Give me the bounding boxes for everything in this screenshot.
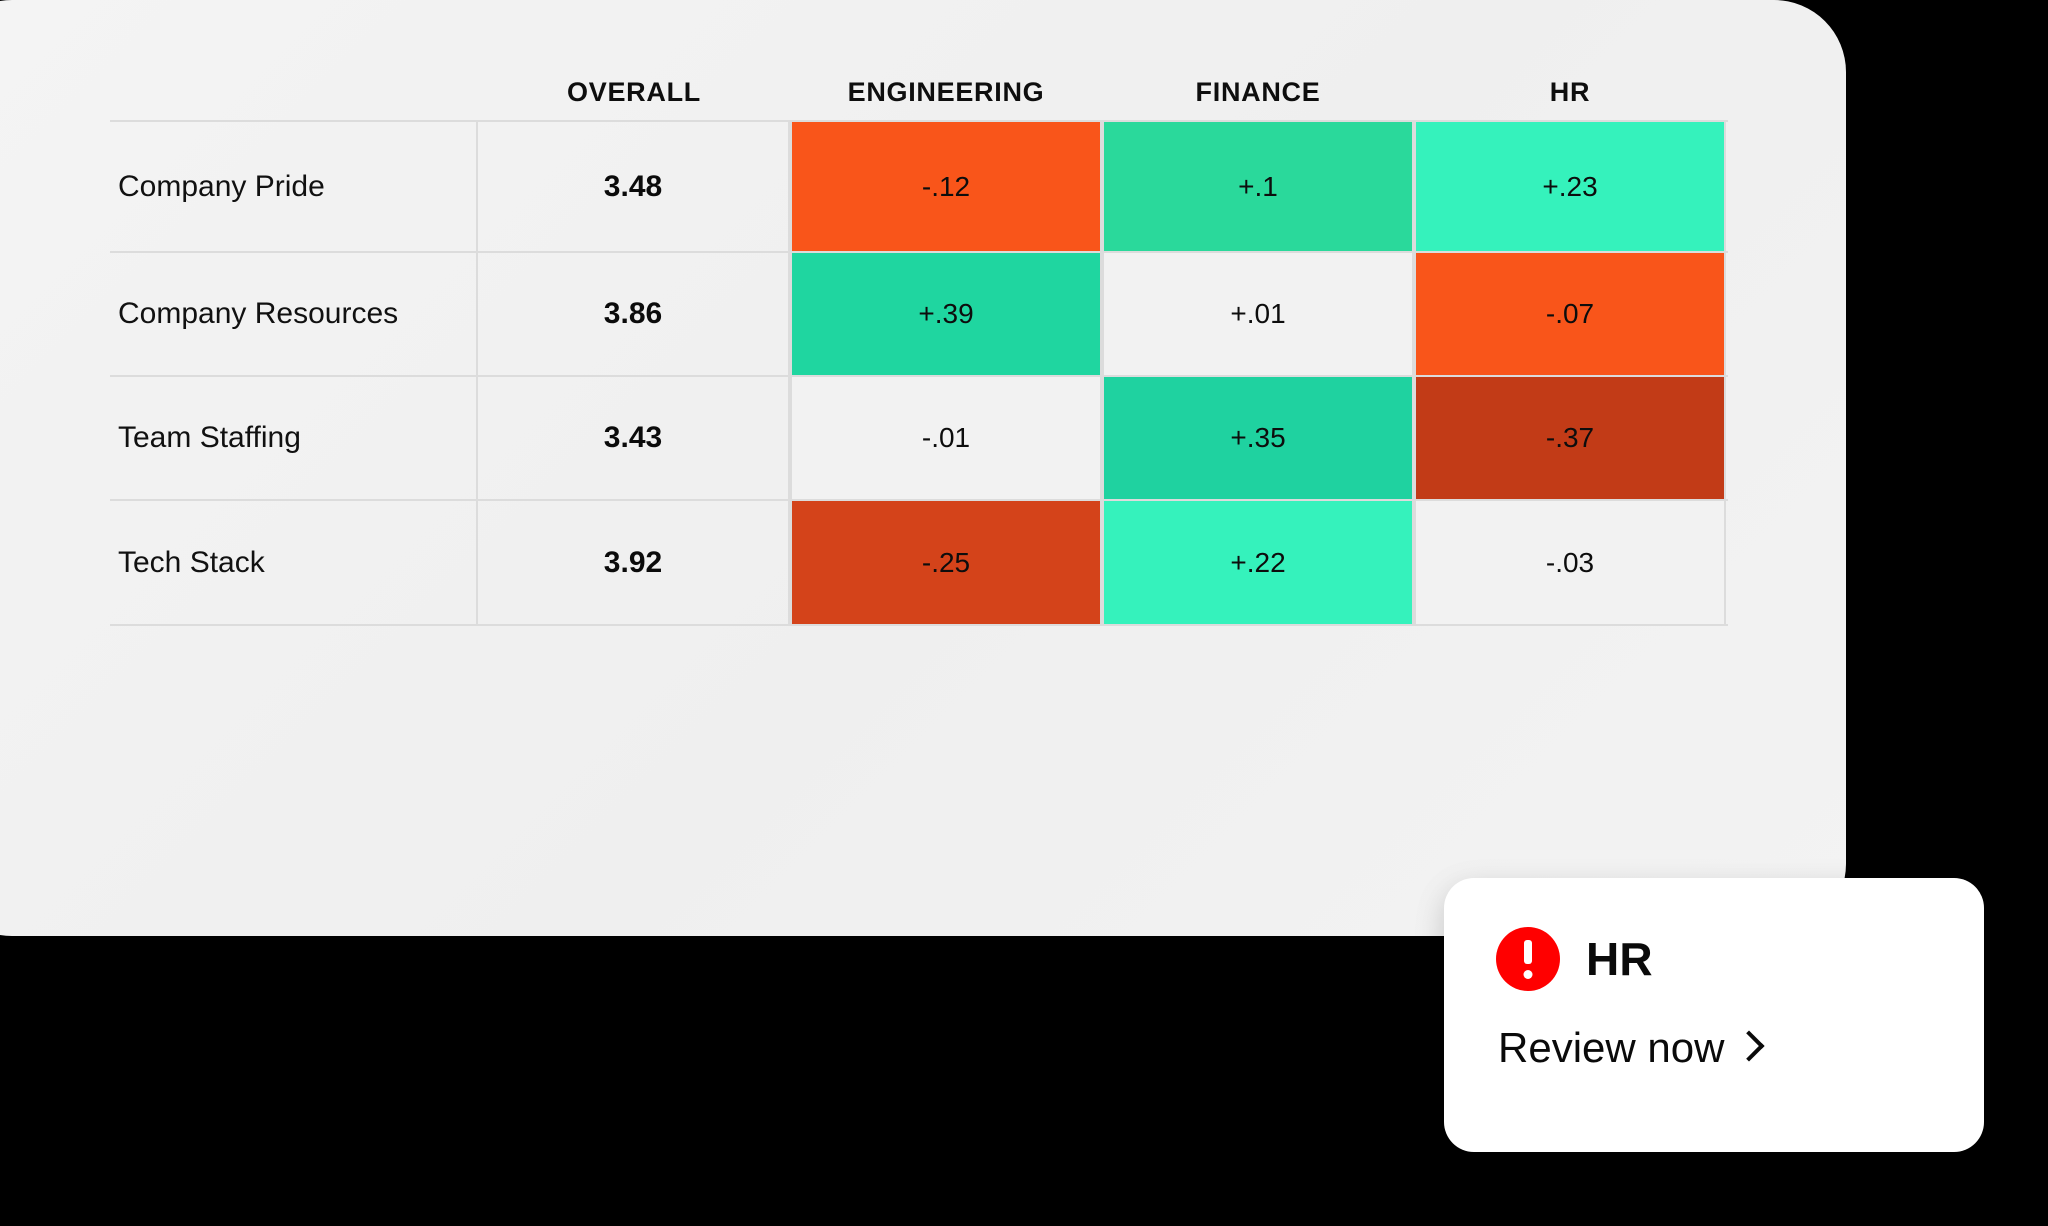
overall-score: 3.86 [603, 297, 663, 330]
row-label: Company Resources [118, 297, 399, 331]
column-header-hr[interactable]: HR [1414, 77, 1726, 108]
exclamation-bar [1524, 940, 1532, 964]
heatmap-value: +.23 [1542, 170, 1598, 202]
overall-score-cell: 3.48 [478, 122, 790, 251]
heatmap-value: +.1 [1238, 170, 1278, 202]
row-label: Company Pride [118, 169, 325, 203]
heatmap-value: +.39 [918, 298, 974, 329]
dashboard-card: OVERALL ENGINEERING FINANCE HR Company P… [0, 0, 1846, 936]
alert-exclamation-icon [1496, 927, 1560, 991]
table-row: Team Staffing 3.43 -.01 +.35 -.37 [110, 375, 1728, 499]
heatmap-value: +.22 [1230, 546, 1286, 578]
table-body: Company Pride 3.48 -.12 +.1 +.23 Company… [110, 120, 1728, 626]
heatmap-value: -.12 [921, 170, 971, 202]
review-now-link[interactable]: Review now [1496, 1024, 1932, 1072]
heatmap-value: -.03 [1545, 546, 1595, 578]
row-label: Tech Stack [118, 545, 265, 579]
heatmap-cell-hr[interactable]: -.37 [1414, 377, 1726, 499]
exclamation-dot [1523, 970, 1533, 979]
row-label-cell: Tech Stack [110, 501, 478, 624]
column-header-overall[interactable]: OVERALL [478, 77, 790, 108]
heatmap-cell-hr[interactable]: -.03 [1414, 501, 1726, 624]
screenshot-root: OVERALL ENGINEERING FINANCE HR Company P… [0, 0, 2048, 1226]
overall-score: 3.43 [603, 421, 663, 454]
heatmap-cell-finance[interactable]: +.01 [1102, 253, 1414, 375]
table-header-row: OVERALL ENGINEERING FINANCE HR [110, 40, 1728, 120]
table-row: Tech Stack 3.92 -.25 +.22 -.03 [110, 499, 1728, 626]
row-label-cell: Company Resources [110, 253, 478, 375]
hr-alert-notification-card[interactable]: HR Review now [1444, 878, 1984, 1152]
row-label-cell: Company Pride [110, 122, 478, 251]
overall-score: 3.92 [603, 545, 663, 579]
heatmap-cell-engineering[interactable]: -.01 [790, 377, 1102, 499]
chevron-right-icon [1733, 1030, 1765, 1062]
notification-header: HR [1496, 924, 1932, 994]
heatmap-cell-finance[interactable]: +.22 [1102, 501, 1414, 624]
overall-score-cell: 3.86 [478, 253, 790, 375]
heatmap-cell-engineering[interactable]: -.25 [790, 501, 1102, 624]
heatmap-value: -.37 [1545, 422, 1595, 453]
column-header-engineering[interactable]: ENGINEERING [790, 77, 1102, 108]
review-now-label: Review now [1498, 1024, 1725, 1071]
heatmap-value: +.01 [1230, 298, 1286, 329]
heatmap-cell-hr[interactable]: -.07 [1414, 253, 1726, 375]
heatmap-cell-engineering[interactable]: -.12 [790, 122, 1102, 251]
engagement-heatmap-table: OVERALL ENGINEERING FINANCE HR Company P… [110, 40, 1728, 840]
heatmap-value: -.25 [921, 546, 971, 578]
heatmap-cell-engineering[interactable]: +.39 [790, 253, 1102, 375]
overall-score: 3.48 [603, 169, 663, 203]
column-header-finance[interactable]: FINANCE [1102, 77, 1414, 108]
notification-title: HR [1586, 933, 1653, 985]
heatmap-cell-finance[interactable]: +.35 [1102, 377, 1414, 499]
heatmap-cell-hr[interactable]: +.23 [1414, 122, 1726, 251]
overall-score-cell: 3.92 [478, 501, 790, 624]
overall-score-cell: 3.43 [478, 377, 790, 499]
heatmap-value: -.07 [1545, 298, 1595, 329]
heatmap-value: -.01 [921, 422, 971, 453]
table-row: Company Pride 3.48 -.12 +.1 +.23 [110, 120, 1728, 251]
heatmap-cell-finance[interactable]: +.1 [1102, 122, 1414, 251]
heatmap-value: +.35 [1230, 422, 1286, 453]
row-label: Team Staffing [118, 421, 301, 455]
row-label-cell: Team Staffing [110, 377, 478, 499]
table-row: Company Resources 3.86 +.39 +.01 -.07 [110, 251, 1728, 375]
